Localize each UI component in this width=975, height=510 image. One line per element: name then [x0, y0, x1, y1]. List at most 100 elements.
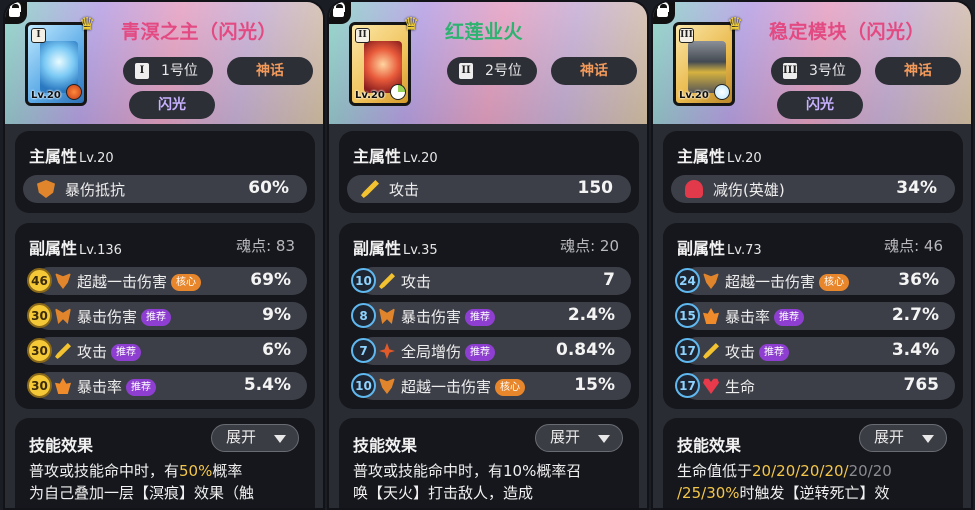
- soul-points: 魂点: 46: [884, 237, 943, 255]
- sub-stat-row: 10 超越一击伤害 核心 15%: [347, 372, 631, 400]
- sub-stat-value: 5.4%: [243, 375, 291, 395]
- position-roman-icon: II: [459, 63, 473, 79]
- position-label: 2号位: [485, 63, 522, 79]
- trophy-icon: ♛: [403, 14, 420, 35]
- module-thumbnail[interactable]: II Lv.20: [349, 22, 411, 106]
- upgrade-count-badge: 24: [675, 268, 700, 293]
- recommend-tag: 推荐: [141, 309, 172, 326]
- rarity-pill: 神话: [551, 57, 637, 85]
- sub-stat-value: 765: [903, 375, 940, 395]
- module-card-2[interactable]: II Lv.20 ♛ 红莲业火 II 2号位 神话 主属性 Lv.20 攻击 15…: [327, 0, 649, 510]
- position-label: 1号位: [161, 63, 198, 79]
- sub-stat-name: 暴击伤害 推荐: [401, 306, 496, 327]
- module-title: 稳定模块（闪光）: [769, 21, 926, 43]
- module-thumbnail[interactable]: I Lv.20: [25, 22, 87, 106]
- sub-stat-name: 攻击 推荐: [725, 341, 790, 362]
- sub-attribute-title: 副属性 Lv.35: [353, 239, 438, 258]
- chevron-down-icon: [922, 435, 934, 443]
- sub-attribute-panel: 副属性 Lv.35 魂点: 20 10 攻击 7 8 暴击伤害 推荐 2.4% 7 …: [339, 223, 639, 409]
- upgrade-count-badge: 15: [675, 303, 700, 328]
- chevron-down-icon: [274, 435, 286, 443]
- skill-effect-text: 普攻或技能命中时，有10%概率召 唤【天火】打击敌人，造成: [353, 462, 582, 502]
- main-attribute-title: 主属性 Lv.20: [29, 147, 114, 166]
- sub-stat-name: 暴击伤害 推荐: [77, 306, 172, 327]
- sub-stat-value: 6%: [262, 340, 291, 360]
- position-pill: III 3号位: [771, 57, 861, 85]
- sub-stat-row: 10 攻击 7: [347, 267, 631, 295]
- recommend-tag: 推荐: [465, 309, 496, 326]
- chevron-down-icon: [598, 435, 610, 443]
- sub-stat-name: 超越一击伤害 核心: [77, 271, 202, 292]
- recommend-tag: 推荐: [126, 379, 157, 396]
- sub-stat-row: 7 全局增伤 推荐 0.84%: [347, 337, 631, 365]
- lock-icon[interactable]: [329, 2, 351, 24]
- recommend-tag: 推荐: [465, 344, 496, 361]
- module-card-3[interactable]: III Lv.20 ♛ 稳定模块（闪光） III 3号位 神话 闪光 主属性 Lv…: [651, 0, 973, 510]
- lock-icon[interactable]: [5, 2, 27, 24]
- main-stat-value: 150: [577, 178, 614, 198]
- main-stat-name: 减伤(英雄): [713, 181, 785, 199]
- flash-pill: 闪光: [129, 91, 215, 119]
- hero-defense-icon: [685, 180, 703, 198]
- expand-button[interactable]: 展开: [535, 424, 623, 452]
- expand-button[interactable]: 展开: [211, 424, 299, 452]
- sub-stat-value: 2.7%: [891, 305, 939, 325]
- sub-stat-value: 36%: [898, 270, 939, 290]
- trophy-icon: ♛: [79, 14, 96, 35]
- rarity-pill: 神话: [227, 57, 313, 85]
- sub-stat-value: 0.84%: [556, 340, 615, 360]
- sub-stat-row: 17 生命 765: [671, 372, 955, 400]
- position-roman-icon: III: [783, 63, 797, 79]
- sub-attribute-panel: 副属性 Lv.73 魂点: 46 24 超越一击伤害 核心 36% 15 暴击率 推荐…: [663, 223, 963, 409]
- module-card-1[interactable]: I Lv.20 ♛ 青溟之主（闪光） I 1号位 神话 闪光 主属性 Lv.20 …: [3, 0, 325, 510]
- element-badge-icon: [66, 84, 82, 100]
- sub-stat-row: 8 暴击伤害 推荐 2.4%: [347, 302, 631, 330]
- upgrade-count-badge: 30: [27, 338, 52, 363]
- rarity-pill: 神话: [875, 57, 961, 85]
- upgrade-count-badge: 10: [351, 268, 376, 293]
- sub-stat-row: 30 暴击伤害 推荐 9%: [23, 302, 307, 330]
- upgrade-count-badge: 8: [351, 303, 376, 328]
- element-badge-icon: [390, 84, 406, 100]
- upgrade-count-badge: 7: [351, 338, 376, 363]
- sub-stat-name: 超越一击伤害 核心: [401, 376, 526, 397]
- main-stat-name: 暴伤抵抗: [65, 181, 126, 199]
- slot-roman-numeral: III: [679, 28, 694, 43]
- lock-icon[interactable]: [653, 2, 675, 24]
- sub-attribute-title: 副属性 Lv.136: [29, 239, 122, 258]
- skill-effect-title: 技能效果: [353, 436, 418, 455]
- recommend-tag: 推荐: [774, 309, 805, 326]
- upgrade-count-badge: 17: [675, 373, 700, 398]
- sub-stat-row: 46 超越一击伤害 核心 69%: [23, 267, 307, 295]
- sub-stat-row: 17 攻击 推荐 3.4%: [671, 337, 955, 365]
- shield-crit-icon: [37, 180, 55, 198]
- skill-effect-panel: 技能效果 展开 生命值低于20/20/20/20/20/20 /25/30%时触…: [663, 418, 963, 508]
- sub-attribute-title: 副属性 Lv.73: [677, 239, 762, 258]
- upgrade-count-badge: 10: [351, 373, 376, 398]
- core-tag: 核心: [495, 379, 526, 396]
- main-stat-row: 暴伤抵抗 60%: [23, 175, 307, 203]
- skill-effect-title: 技能效果: [29, 436, 94, 455]
- sub-stat-value: 2.4%: [567, 305, 615, 325]
- skill-effect-title: 技能效果: [677, 436, 742, 455]
- sub-stat-name: 生命: [725, 378, 756, 396]
- slot-roman-numeral: I: [31, 28, 46, 43]
- main-attribute-title: 主属性 Lv.20: [353, 147, 438, 166]
- skill-effect-panel: 技能效果 展开 普攻或技能命中时，有50%概率 为自己叠加一层【溟痕】效果（触: [15, 418, 315, 508]
- position-label: 3号位: [809, 63, 846, 79]
- sub-stat-value: 15%: [574, 375, 615, 395]
- soul-points: 魂点: 83: [236, 237, 295, 255]
- position-pill: II 2号位: [447, 57, 537, 85]
- position-roman-icon: I: [135, 63, 149, 79]
- trophy-icon: ♛: [727, 14, 744, 35]
- upgrade-count-badge: 17: [675, 338, 700, 363]
- expand-button[interactable]: 展开: [859, 424, 947, 452]
- sub-stat-value: 9%: [262, 305, 291, 325]
- skill-effect-text: 普攻或技能命中时，有50%概率 为自己叠加一层【溟痕】效果（触: [29, 462, 255, 502]
- core-tag: 核心: [819, 274, 850, 291]
- sub-stat-value: 3.4%: [891, 340, 939, 360]
- module-thumbnail[interactable]: III Lv.20: [673, 22, 735, 106]
- core-tag: 核心: [171, 274, 202, 291]
- main-attribute-panel: 主属性 Lv.20 减伤(英雄) 34%: [663, 131, 963, 213]
- main-stat-row: 攻击 150: [347, 175, 631, 203]
